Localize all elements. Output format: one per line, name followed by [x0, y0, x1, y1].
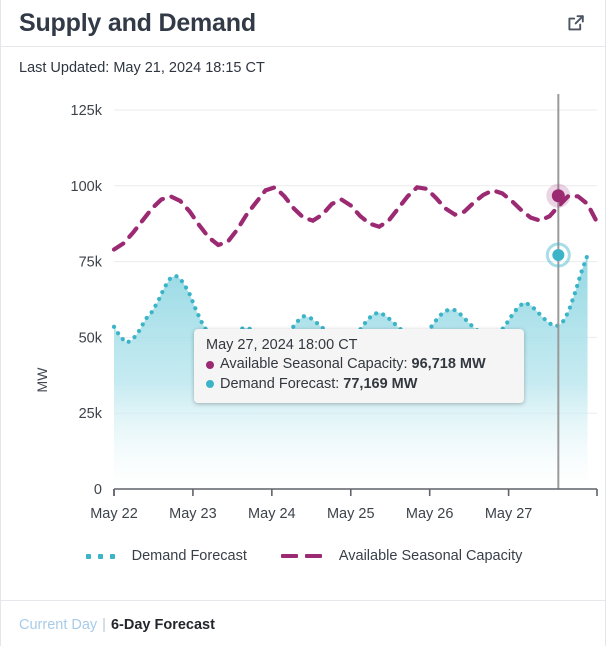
legend-label-available-seasonal-capacity: Available Seasonal Capacity [338, 548, 523, 564]
link-current-day[interactable]: Current Day [19, 617, 97, 633]
legend-item-demand-forecast[interactable]: Demand Forecast [85, 548, 247, 564]
tooltip-demand-label: Demand Forecast: [220, 375, 340, 392]
footer-divider [1, 600, 606, 601]
chart-container[interactable]: 0 25k 50k 75k 100k 125k May 22 May 23 May 24 May… [1, 88, 606, 580]
x-axis-labels: May 22 May 23 May 24 May 25 May 26 May 27 [90, 506, 532, 522]
y-axis-title: MW [34, 367, 50, 393]
dotted-line-icon [85, 553, 122, 559]
tooltip-row-demand: Demand Forecast: 77,169 MW [206, 375, 512, 395]
page-title: Supply and Demand [19, 8, 256, 37]
demand-color-dot [206, 380, 214, 389]
y-tick-label: 75k [79, 255, 103, 271]
chart-legend: Demand Forecast Available Seasonal Capac… [1, 548, 606, 564]
x-tick-label: May 22 [90, 506, 138, 522]
tooltip-row-capacity: Available Seasonal Capacity: 96,718 MW [206, 355, 512, 375]
y-axis-labels: 0 25k 50k 75k 100k 125k [71, 103, 103, 498]
external-link-icon[interactable] [565, 12, 587, 34]
x-tick-label: May 23 [169, 506, 217, 522]
footer-links: Current Day | 6-Day Forecast [19, 617, 215, 633]
legend-item-available-seasonal-capacity[interactable]: Available Seasonal Capacity [280, 548, 523, 564]
tooltip-demand-value: 77,169 MW [343, 375, 418, 392]
y-tick-label: 0 [94, 482, 102, 498]
supply-and-demand-card: Supply and Demand Last Updated: May 21, … [0, 0, 606, 646]
legend-label-demand-forecast: Demand Forecast [131, 548, 247, 564]
capacity-line [111, 184, 600, 252]
tooltip-capacity-label: Available Seasonal Capacity: [220, 356, 408, 372]
chart-axes [113, 488, 598, 496]
card-header: Supply and Demand [1, 0, 605, 47]
x-tick-label: May 24 [248, 506, 296, 522]
capacity-color-dot [206, 360, 214, 369]
y-tick-label: 100k [71, 179, 103, 195]
tooltip-capacity-value: 96,718 MW [411, 356, 486, 372]
footer-separator: | [102, 617, 106, 633]
y-tick-label: 125k [71, 103, 103, 119]
y-tick-label: 50k [79, 330, 103, 346]
y-tick-label: 25k [79, 406, 103, 422]
tooltip-date: May 27, 2024 18:00 CT [206, 337, 358, 353]
x-tick-label: May 25 [327, 506, 375, 522]
x-tick-label: May 27 [485, 506, 533, 522]
x-tick-label: May 26 [406, 506, 454, 522]
last-updated-text: Last Updated: May 21, 2024 18:15 CT [19, 60, 265, 76]
chart-tooltip: May 27, 2024 18:00 CT Available Seasonal… [194, 329, 524, 404]
dashed-line-icon [280, 554, 329, 558]
link-6-day-forecast[interactable]: 6-Day Forecast [111, 617, 215, 633]
